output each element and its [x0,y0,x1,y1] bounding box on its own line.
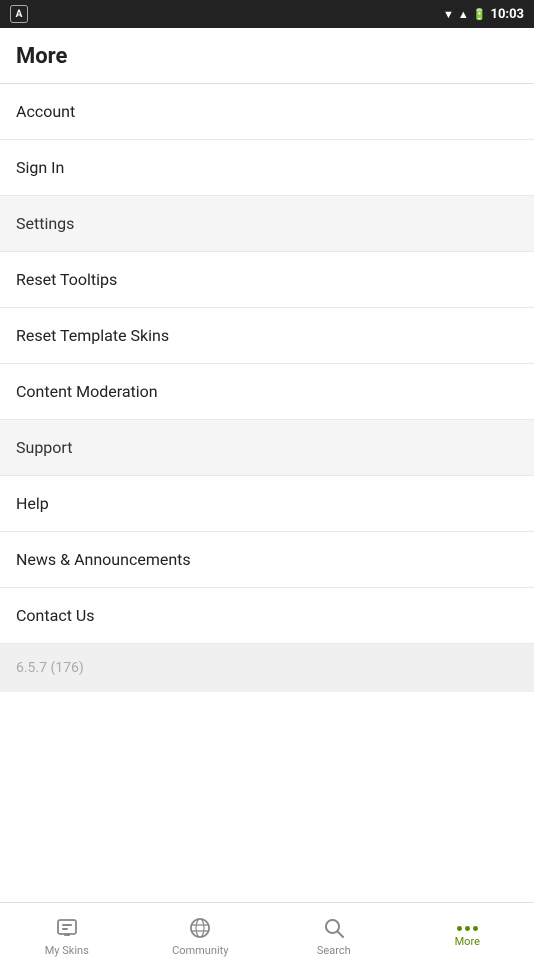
a-icon: A [10,5,28,23]
menu-item-content-moderation[interactable]: Content Moderation [0,364,534,420]
status-time: 10:03 [491,7,525,22]
battery-icon: 🔋 [473,8,487,21]
community-icon [188,916,212,940]
menu-item-support[interactable]: Support [0,420,534,476]
signal-icon: ▲ [458,8,469,21]
menu-item-contact-us[interactable]: Contact Us [0,588,534,644]
nav-label-community: Community [172,944,228,957]
version-section: 6.5.7 (176) [0,644,534,692]
nav-item-search[interactable]: Search [267,903,401,970]
nav-item-my-skins[interactable]: My Skins [0,903,134,970]
status-bar-left: A [10,5,28,23]
version-text: 6.5.7 (176) [16,660,84,676]
page-title: More [0,28,534,84]
nav-label-more: More [455,935,480,948]
menu-item-reset-tooltips[interactable]: Reset Tooltips [0,252,534,308]
menu-item-sign-in[interactable]: Sign In [0,140,534,196]
nav-item-community[interactable]: Community [134,903,268,970]
menu-list: Account Sign In Settings Reset Tooltips … [0,84,534,902]
menu-item-settings[interactable]: Settings [0,196,534,252]
search-icon [322,916,346,940]
menu-item-news-announcements[interactable]: News & Announcements [0,532,534,588]
menu-item-reset-template-skins[interactable]: Reset Template Skins [0,308,534,364]
status-bar-right: ▼ ▲ 🔋 10:03 [443,7,524,22]
nav-label-search: Search [317,944,351,957]
main-content: More Account Sign In Settings Reset Tool… [0,28,534,902]
nav-item-more[interactable]: More [401,903,534,970]
status-bar: A ▼ ▲ 🔋 10:03 [0,0,534,28]
menu-item-help[interactable]: Help [0,476,534,532]
bottom-nav: My Skins Community Search More [0,902,534,970]
nav-label-my-skins: My Skins [45,944,89,957]
my-skins-icon [55,916,79,940]
more-dots-icon [457,926,478,931]
menu-item-account[interactable]: Account [0,84,534,140]
wifi-icon: ▼ [443,8,454,21]
